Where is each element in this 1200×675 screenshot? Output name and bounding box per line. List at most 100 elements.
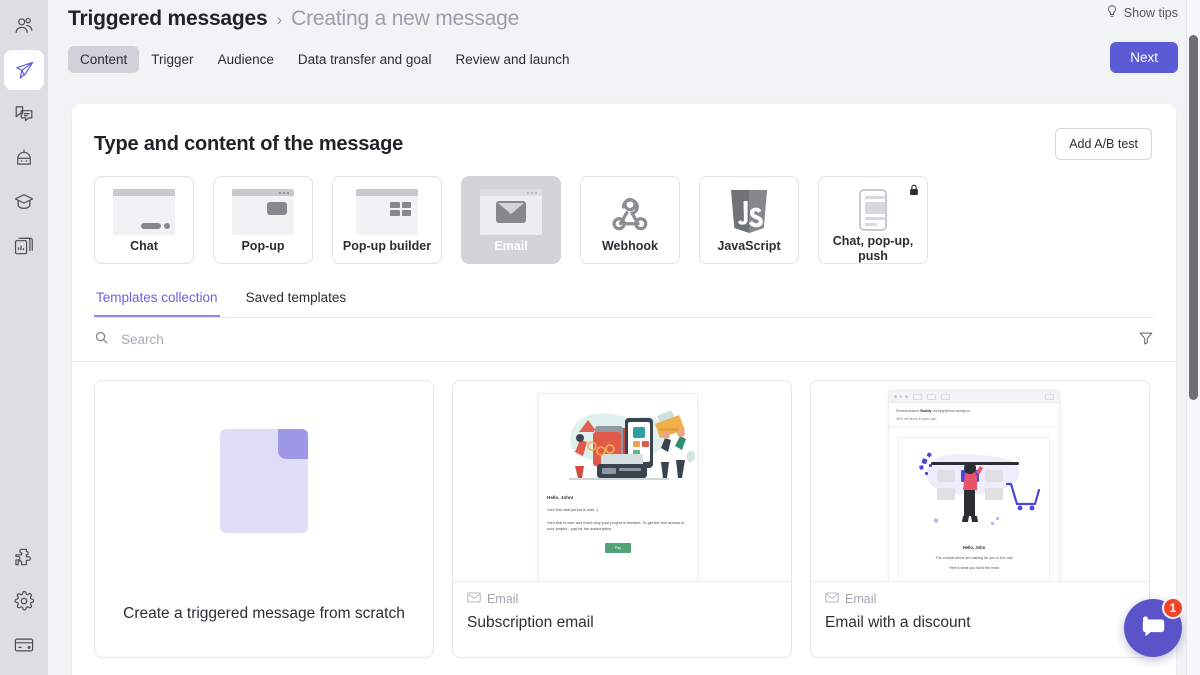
step-tab-review-and-launch[interactable]: Review and launch <box>443 46 581 73</box>
email-preview: Hello, John! Your free trial period is o… <box>539 394 697 581</box>
message-type-webhook[interactable]: Webhook <box>580 176 680 264</box>
email-preview: Researchstore Buddy noreply@from.dostiy.… <box>889 391 1059 581</box>
filter-icon[interactable] <box>1138 330 1154 351</box>
sidebar-item-messages[interactable] <box>4 50 44 90</box>
message-type-chat[interactable]: Chat <box>94 176 194 264</box>
template-kind: Email <box>467 592 777 606</box>
step-tab-content[interactable]: Content <box>68 46 139 73</box>
email-preview-line2: Here's what you liked the most <box>899 566 1049 570</box>
message-type-label: JavaScript <box>717 239 780 253</box>
primary-sidebar <box>0 0 48 675</box>
breadcrumb-current: Creating a new message <box>291 7 519 31</box>
message-type-email[interactable]: Email <box>461 176 561 264</box>
message-type-popup-builder[interactable]: Pop-up builder <box>332 176 442 264</box>
search-bar <box>72 318 1176 362</box>
users-icon <box>13 15 35 37</box>
email-subject: 30% off items in your cart <box>896 417 1052 421</box>
app-root: Triggered messages › Creating a new mess… <box>0 0 1200 675</box>
breadcrumb-root[interactable]: Triggered messages <box>68 7 268 31</box>
template-card-subscription-email[interactable]: Hello, John! Your free trial period is o… <box>452 380 792 658</box>
message-type-list: Chat Pop-up Pop-up builder <box>72 160 1176 264</box>
browser-chrome <box>889 391 1059 403</box>
sidebar-item-integrations[interactable] <box>4 537 44 577</box>
search-icon <box>94 330 109 350</box>
template-preview <box>95 381 433 581</box>
email-header: Researchstore Buddy noreply@from.dostiy.… <box>889 403 1059 428</box>
email-preview-line2: Your trial is over and that's why your p… <box>547 520 689 532</box>
webhook-icon <box>607 187 653 237</box>
tab-saved-templates[interactable]: Saved templates <box>244 282 349 317</box>
template-kind: Email <box>825 592 1135 606</box>
template-title: Create a triggered message from scratch <box>95 605 433 623</box>
search-input[interactable] <box>121 332 421 347</box>
sidebar-item-users[interactable] <box>4 6 44 46</box>
email-preview-line1: The coolest items are waiting for you in… <box>899 556 1049 560</box>
puzzle-icon <box>13 546 35 568</box>
envelope-icon <box>467 592 481 606</box>
sidebar-item-knowledge[interactable] <box>4 182 44 222</box>
message-type-chat-popup-push[interactable]: Chat, pop-up, push <box>818 176 928 264</box>
popup-builder-icon <box>356 187 418 237</box>
email-from-address: noreply@from.dostiy.co <box>933 409 971 413</box>
gear-icon <box>13 590 35 612</box>
popup-window-icon <box>232 187 294 237</box>
template-meta: Email Email with a discount <box>811 581 1149 632</box>
sidebar-item-analytics[interactable] <box>4 226 44 266</box>
template-kind-label: Email <box>487 592 518 606</box>
breadcrumb: Triggered messages › Creating a new mess… <box>68 7 519 31</box>
sidebar-item-bots[interactable] <box>4 138 44 178</box>
email-preview-heading: Hello, John! <box>547 495 689 500</box>
graduation-cap-icon <box>13 191 35 213</box>
blank-document-icon <box>220 429 308 533</box>
chat-unread-badge: 1 <box>1162 597 1184 619</box>
lock-icon <box>909 183 919 201</box>
template-meta: Email Subscription email <box>453 581 791 632</box>
top-bar: Triggered messages › Creating a new mess… <box>48 0 1200 38</box>
message-type-label: Pop-up builder <box>343 239 431 253</box>
step-tab-trigger[interactable]: Trigger <box>139 46 205 73</box>
lightbulb-icon <box>1105 4 1119 21</box>
template-title: Subscription email <box>467 614 777 632</box>
tab-templates-collection[interactable]: Templates collection <box>94 282 220 317</box>
sidebar-item-billing[interactable] <box>4 625 44 665</box>
add-ab-test-button[interactable]: Add A/B test <box>1055 128 1152 160</box>
template-kind-label: Email <box>845 592 876 606</box>
template-preview: Researchstore Buddy noreply@from.dostiy.… <box>811 381 1149 581</box>
envelope-icon <box>480 187 542 237</box>
show-tips-button[interactable]: Show tips <box>1105 4 1178 21</box>
javascript-icon <box>729 187 769 237</box>
email-from: Researchstore Buddy noreply@from.dostiy.… <box>896 409 1052 413</box>
next-button[interactable]: Next <box>1110 42 1178 73</box>
email-cart-illustration <box>899 438 1051 536</box>
window-scrollbar[interactable] <box>1186 0 1200 675</box>
message-type-label: Email <box>494 239 527 253</box>
templates-tabs: Templates collection Saved templates <box>94 282 1154 318</box>
email-payment-illustration <box>539 394 697 488</box>
robot-icon <box>13 147 35 169</box>
template-preview: Hello, John! Your free trial period is o… <box>453 381 791 581</box>
email-preview-text: Hello, John! Your free trial period is o… <box>539 488 697 553</box>
email-preview-line1: Your free trial period is over :( <box>547 507 689 513</box>
message-type-label: Pop-up <box>241 239 284 253</box>
message-type-javascript[interactable]: JavaScript <box>699 176 799 264</box>
step-tab-audience[interactable]: Audience <box>206 46 286 73</box>
scrollbar-thumb[interactable] <box>1189 35 1198 400</box>
main-area: Triggered messages › Creating a new mess… <box>48 0 1200 675</box>
chat-window-icon <box>113 187 175 237</box>
message-type-label: Chat <box>130 239 158 253</box>
step-tab-data-transfer-and-goal[interactable]: Data transfer and goal <box>286 46 444 73</box>
chat-bubbles-icon <box>13 103 35 125</box>
panel-header: Type and content of the message Add A/B … <box>72 104 1176 160</box>
sidebar-item-settings[interactable] <box>4 581 44 621</box>
email-preview-heading: Hello, John <box>899 545 1049 550</box>
envelope-icon <box>825 592 839 606</box>
message-type-popup[interactable]: Pop-up <box>213 176 313 264</box>
template-grid: Create a triggered message from scratch <box>72 362 1176 658</box>
chat-launcher-button[interactable]: 1 <box>1124 599 1182 657</box>
sidebar-item-chats[interactable] <box>4 94 44 134</box>
template-title: Email with a discount <box>825 614 1135 632</box>
template-card-email-with-a-discount[interactable]: Researchstore Buddy noreply@from.dostiy.… <box>810 380 1150 658</box>
template-card-from-scratch[interactable]: Create a triggered message from scratch <box>94 380 434 658</box>
credit-card-icon <box>13 634 35 656</box>
reports-icon <box>13 235 35 257</box>
